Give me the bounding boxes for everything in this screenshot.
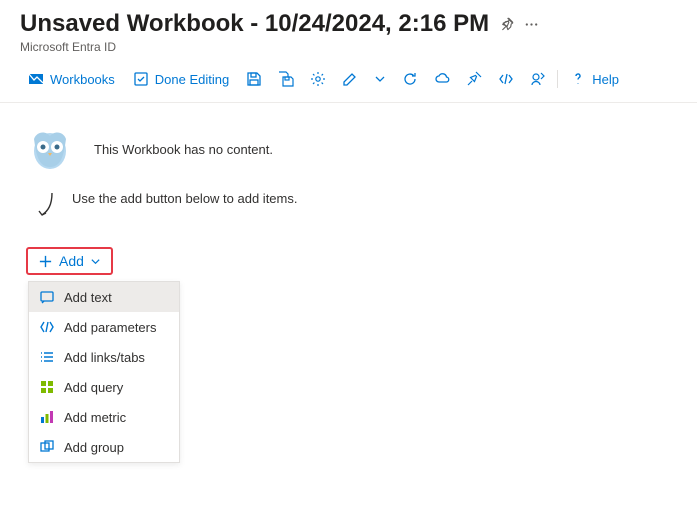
- plus-icon: [38, 254, 53, 269]
- hint-row: Use the add button below to add items.: [36, 191, 669, 221]
- hint-text: Use the add button below to add items.: [72, 191, 297, 206]
- breadcrumb: Microsoft Entra ID: [20, 40, 677, 54]
- menu-add-query[interactable]: Add query: [29, 372, 179, 402]
- more-icon[interactable]: [524, 17, 539, 32]
- done-editing-label: Done Editing: [155, 72, 229, 87]
- pin-icon: [466, 71, 482, 87]
- grid-icon: [39, 379, 55, 395]
- code-icon: [498, 71, 514, 87]
- parameters-icon: [39, 319, 55, 335]
- gear-icon: [310, 71, 326, 87]
- share-button[interactable]: [427, 66, 457, 92]
- menu-label: Add links/tabs: [64, 350, 145, 365]
- save-icon: [246, 71, 262, 87]
- menu-add-group[interactable]: Add group: [29, 432, 179, 462]
- done-editing-button[interactable]: Done Editing: [125, 66, 237, 92]
- code-button[interactable]: [491, 66, 521, 92]
- pin-toolbar-button[interactable]: [459, 66, 489, 92]
- refresh-button[interactable]: [395, 66, 425, 92]
- toolbar: Workbooks Done Editing Help: [0, 60, 697, 103]
- content: This Workbook has no content. Use the ad…: [0, 103, 697, 481]
- feedback-button[interactable]: [523, 66, 553, 92]
- cloud-icon: [434, 71, 450, 87]
- menu-label: Add parameters: [64, 320, 157, 335]
- feedback-icon: [530, 71, 546, 87]
- menu-label: Add query: [64, 380, 123, 395]
- help-button[interactable]: Help: [562, 66, 627, 92]
- add-button[interactable]: Add: [26, 247, 113, 275]
- workbooks-button[interactable]: Workbooks: [20, 66, 123, 92]
- owl-icon: [28, 127, 72, 171]
- page-title: Unsaved Workbook - 10/24/2024, 2:16 PM: [20, 10, 489, 38]
- settings-button[interactable]: [303, 66, 333, 92]
- help-icon: [570, 71, 586, 87]
- save-as-button[interactable]: [271, 66, 301, 92]
- group-icon: [39, 439, 55, 455]
- edit-chevron[interactable]: [367, 68, 393, 90]
- menu-label: Add metric: [64, 410, 126, 425]
- chevron-down-icon: [90, 256, 101, 267]
- menu-add-text[interactable]: Add text: [29, 282, 179, 312]
- workbooks-label: Workbooks: [50, 72, 115, 87]
- text-icon: [39, 289, 55, 305]
- separator: [557, 70, 558, 88]
- refresh-icon: [402, 71, 418, 87]
- arrow-icon: [36, 191, 58, 221]
- menu-label: Add text: [64, 290, 112, 305]
- menu-label: Add group: [64, 440, 124, 455]
- edit-button[interactable]: [335, 66, 365, 92]
- add-menu: Add text Add parameters Add links/tabs A…: [28, 281, 180, 463]
- chart-icon: [39, 409, 55, 425]
- menu-add-links[interactable]: Add links/tabs: [29, 342, 179, 372]
- chevron-down-icon: [374, 73, 386, 85]
- title-row: Unsaved Workbook - 10/24/2024, 2:16 PM: [20, 10, 677, 38]
- done-icon: [133, 71, 149, 87]
- menu-add-metric[interactable]: Add metric: [29, 402, 179, 432]
- list-icon: [39, 349, 55, 365]
- add-label: Add: [59, 253, 84, 269]
- workbooks-icon: [28, 71, 44, 87]
- header: Unsaved Workbook - 10/24/2024, 2:16 PM M…: [0, 0, 697, 60]
- empty-state: This Workbook has no content.: [28, 127, 669, 171]
- pin-icon[interactable]: [499, 17, 514, 32]
- empty-message: This Workbook has no content.: [94, 142, 273, 157]
- help-label: Help: [592, 72, 619, 87]
- save-button[interactable]: [239, 66, 269, 92]
- menu-add-parameters[interactable]: Add parameters: [29, 312, 179, 342]
- pencil-icon: [342, 71, 358, 87]
- save-as-icon: [278, 71, 294, 87]
